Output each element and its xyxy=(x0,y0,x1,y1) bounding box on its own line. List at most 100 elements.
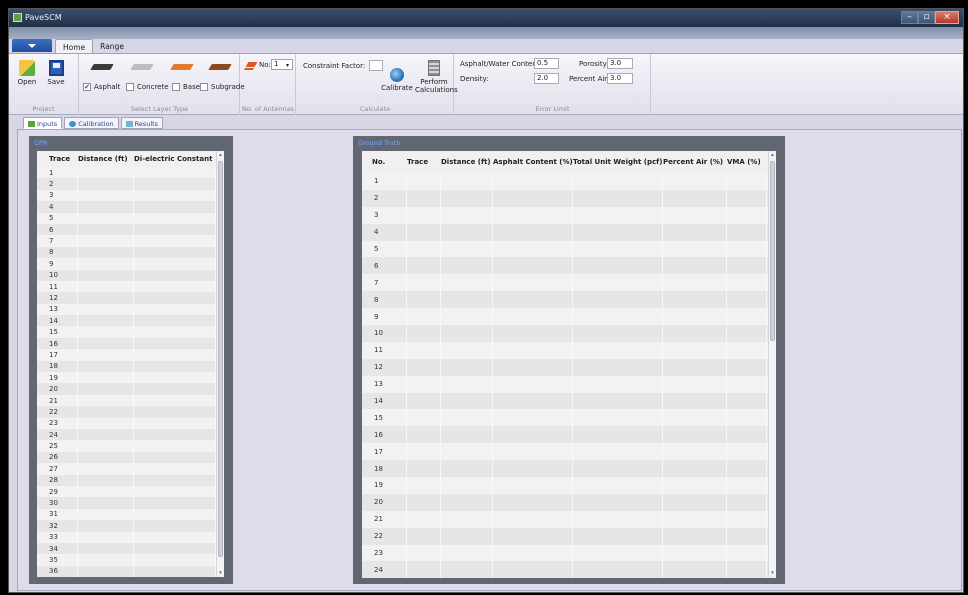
table-row[interactable]: 21 xyxy=(37,394,224,407)
grid-cell[interactable] xyxy=(441,561,493,579)
grid-cell[interactable] xyxy=(493,527,573,545)
grid-cell[interactable] xyxy=(727,460,767,478)
grid-cell[interactable] xyxy=(663,274,727,292)
table-row[interactable]: 24 xyxy=(37,428,224,441)
grid-cell[interactable] xyxy=(407,561,441,579)
grid-cell[interactable] xyxy=(573,240,663,258)
grid-cell[interactable] xyxy=(727,291,767,309)
grid-cell[interactable] xyxy=(573,426,663,444)
grid-cell[interactable] xyxy=(407,206,441,224)
grid-cell[interactable] xyxy=(727,375,767,393)
grid-cell[interactable] xyxy=(407,375,441,393)
table-row[interactable]: 28 xyxy=(37,474,224,486)
grid-cell[interactable] xyxy=(573,189,663,207)
grid-cell[interactable] xyxy=(493,493,573,511)
grid-cell[interactable] xyxy=(573,291,663,309)
grid-cell[interactable] xyxy=(134,303,216,316)
grid-cell[interactable] xyxy=(663,358,727,376)
grid-cell[interactable] xyxy=(573,325,663,342)
tab-range[interactable]: Range xyxy=(93,39,131,54)
grid-cell[interactable] xyxy=(727,358,767,376)
grid-cell[interactable] xyxy=(78,326,134,338)
grid-cell[interactable] xyxy=(134,201,216,213)
grid-cell[interactable] xyxy=(78,372,134,384)
grid-cell[interactable] xyxy=(573,460,663,478)
table-row[interactable]: 3 xyxy=(362,206,776,224)
tab-home[interactable]: Home xyxy=(55,39,94,54)
grid-cell[interactable] xyxy=(493,206,573,224)
grid-cell[interactable] xyxy=(663,544,727,562)
table-row[interactable]: 23 xyxy=(37,417,224,429)
grid-cell[interactable] xyxy=(78,280,134,293)
grid-cell[interactable] xyxy=(573,274,663,292)
table-row[interactable]: 20 xyxy=(37,383,224,395)
table-row[interactable]: 27 xyxy=(37,463,224,475)
grid-cell[interactable] xyxy=(134,406,216,418)
grid-cell[interactable] xyxy=(441,460,493,478)
grid-cell[interactable] xyxy=(78,303,134,316)
grid-cell[interactable] xyxy=(727,173,767,190)
grid-cell[interactable] xyxy=(78,542,134,555)
table-row[interactable]: 9 xyxy=(362,308,776,326)
grid-cell[interactable] xyxy=(78,246,134,259)
grid-cell[interactable] xyxy=(407,392,441,410)
grid-cell[interactable] xyxy=(573,308,663,326)
grid-cell[interactable] xyxy=(663,240,727,258)
grid-cell[interactable] xyxy=(663,510,727,528)
grid-cell[interactable] xyxy=(78,520,134,532)
grid-cell[interactable] xyxy=(663,460,727,478)
table-row[interactable]: 18 xyxy=(37,360,224,373)
grid-cell[interactable] xyxy=(134,280,216,293)
table-row[interactable]: 1 xyxy=(362,173,776,190)
table-row[interactable]: 21 xyxy=(362,510,776,528)
grid-cell[interactable] xyxy=(663,527,727,545)
table-row[interactable]: 17 xyxy=(37,349,224,361)
grid-cell[interactable] xyxy=(78,258,134,270)
grid-cell[interactable] xyxy=(78,167,134,179)
grid-cell[interactable] xyxy=(134,485,216,498)
scroll-up-icon[interactable]: ▴ xyxy=(770,152,775,158)
grid-cell[interactable] xyxy=(493,510,573,528)
grid-cell[interactable] xyxy=(78,417,134,429)
grid-cell[interactable] xyxy=(134,315,216,327)
grid-cell[interactable] xyxy=(78,178,134,190)
grid-cell[interactable] xyxy=(727,308,767,326)
grid-cell[interactable] xyxy=(727,206,767,224)
save-button[interactable]: Save xyxy=(45,60,67,86)
grid-cell[interactable] xyxy=(78,531,134,543)
grid-cell[interactable] xyxy=(407,257,441,275)
gt-col-no[interactable]: No. xyxy=(372,158,407,166)
grid-cell[interactable] xyxy=(727,544,767,562)
ground-truth-scrollbar[interactable]: ▴ ▾ xyxy=(768,151,776,577)
table-row[interactable]: 6 xyxy=(362,257,776,275)
grid-cell[interactable] xyxy=(493,189,573,207)
grid-cell[interactable] xyxy=(134,451,216,464)
table-row[interactable]: 12 xyxy=(37,292,224,304)
grid-cell[interactable] xyxy=(407,274,441,292)
table-row[interactable]: 26 xyxy=(37,451,224,464)
table-row[interactable]: 4 xyxy=(37,201,224,213)
grid-cell[interactable] xyxy=(727,240,767,258)
ground-truth-scrollbar-thumb[interactable] xyxy=(770,161,775,341)
grid-cell[interactable] xyxy=(493,477,573,494)
grid-cell[interactable] xyxy=(727,392,767,410)
table-row[interactable]: 30 xyxy=(37,497,224,509)
grid-cell[interactable] xyxy=(407,325,441,342)
grid-cell[interactable] xyxy=(493,358,573,376)
grid-cell[interactable] xyxy=(134,542,216,555)
grid-cell[interactable] xyxy=(441,409,493,427)
grid-cell[interactable] xyxy=(441,173,493,190)
grid-cell[interactable] xyxy=(407,493,441,511)
table-row[interactable]: 19 xyxy=(362,477,776,494)
asphalt-checkbox[interactable]: ✔ Asphalt xyxy=(83,83,120,91)
table-row[interactable]: 15 xyxy=(362,409,776,427)
table-row[interactable]: 17 xyxy=(362,443,776,461)
grid-cell[interactable] xyxy=(134,326,216,338)
grid-cell[interactable] xyxy=(407,308,441,326)
grid-cell[interactable] xyxy=(78,360,134,373)
grid-cell[interactable] xyxy=(134,258,216,270)
grid-cell[interactable] xyxy=(78,440,134,452)
grid-cell[interactable] xyxy=(663,173,727,190)
grid-cell[interactable] xyxy=(493,325,573,342)
table-row[interactable]: 2 xyxy=(37,178,224,190)
